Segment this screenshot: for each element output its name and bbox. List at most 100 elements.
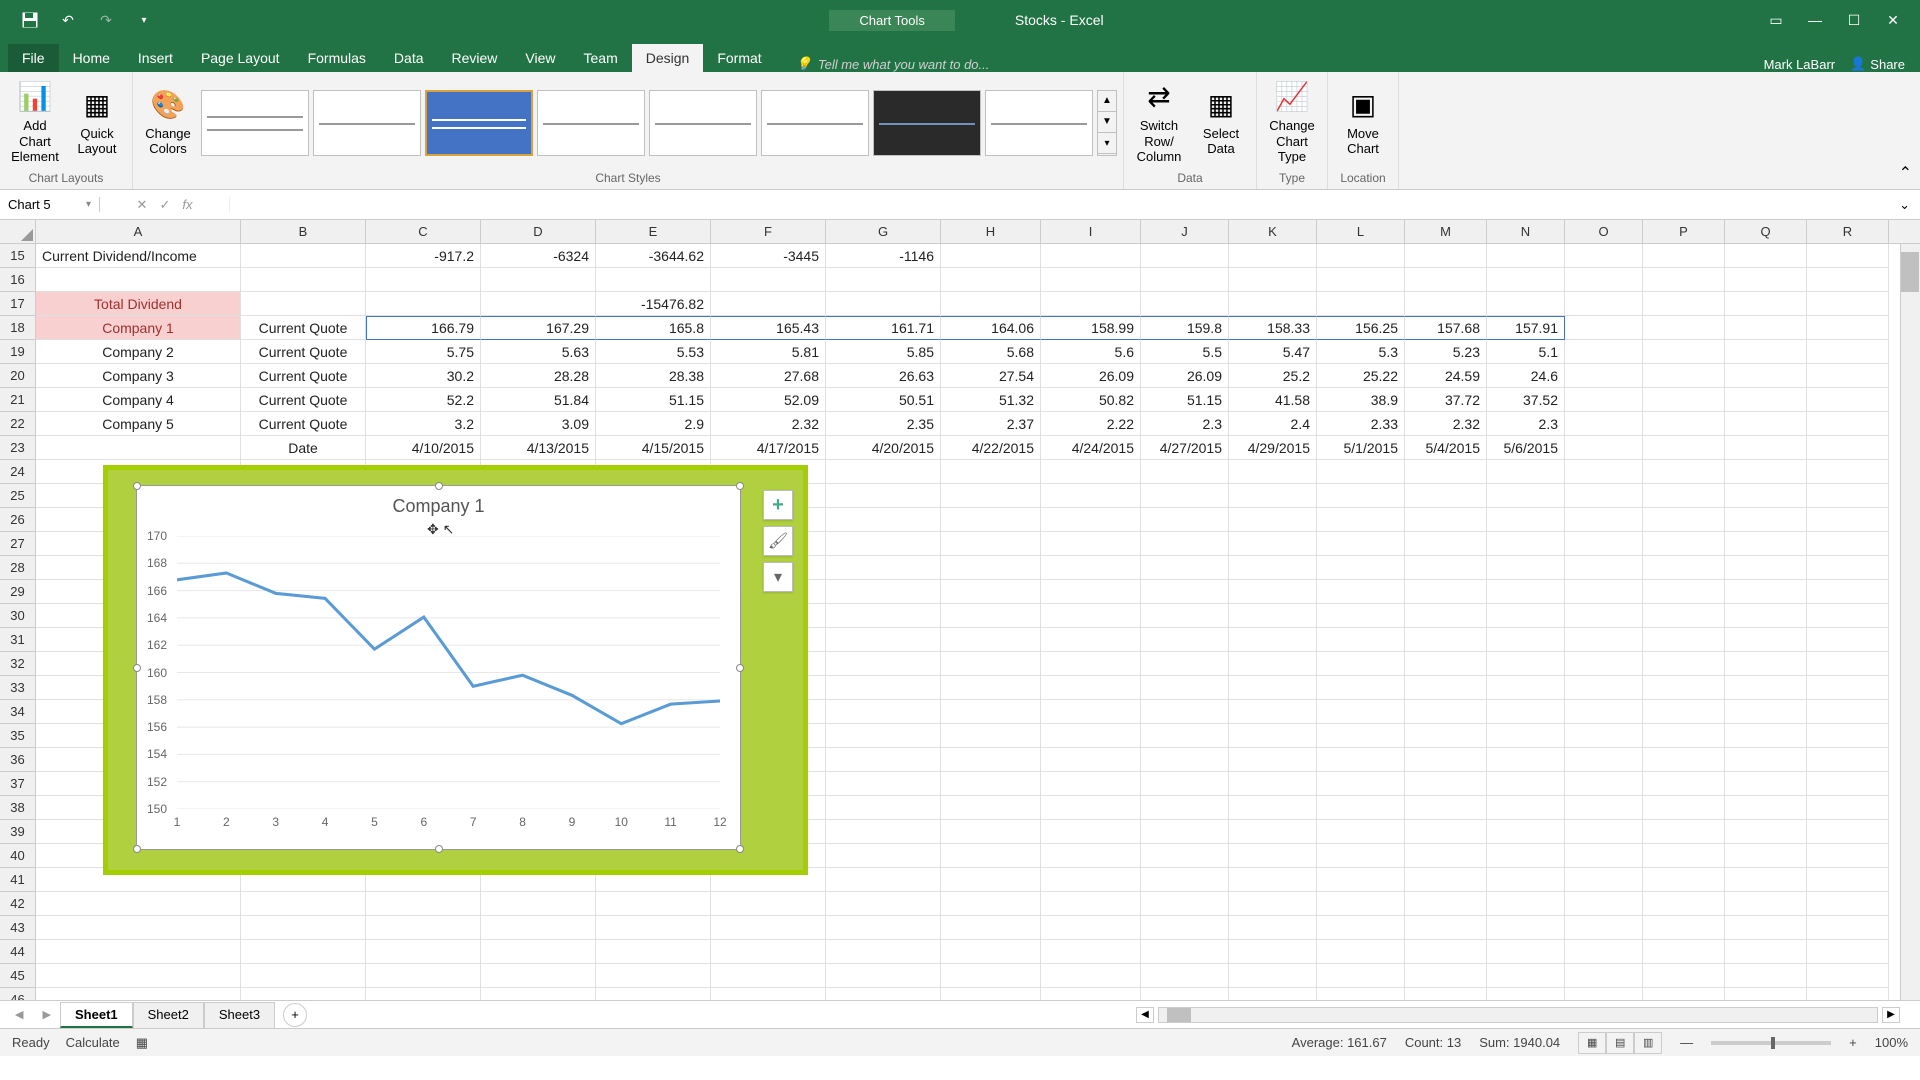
cell[interactable]: 5.3 [1317, 340, 1405, 364]
cell[interactable] [941, 604, 1041, 628]
cell[interactable]: 5.5 [1141, 340, 1229, 364]
cell[interactable] [1141, 604, 1229, 628]
cell[interactable] [941, 796, 1041, 820]
cell[interactable] [1807, 364, 1889, 388]
cell[interactable]: 51.15 [596, 388, 711, 412]
cell[interactable] [1565, 388, 1643, 412]
chart-style-6[interactable] [761, 90, 869, 156]
cell[interactable] [1565, 508, 1643, 532]
cell[interactable] [1565, 748, 1643, 772]
cancel-formula-icon[interactable]: ✕ [137, 197, 148, 213]
cell[interactable] [1229, 748, 1317, 772]
cell[interactable]: Current Quote [241, 412, 366, 436]
cell[interactable] [941, 748, 1041, 772]
cell[interactable] [1405, 244, 1487, 268]
cell[interactable] [1725, 316, 1807, 340]
cell[interactable] [1041, 532, 1141, 556]
cell[interactable] [1041, 460, 1141, 484]
cell[interactable] [1565, 820, 1643, 844]
cell[interactable]: 2.3 [1487, 412, 1565, 436]
cell[interactable]: 5.81 [711, 340, 826, 364]
cell[interactable]: 50.51 [826, 388, 941, 412]
chart-style-1[interactable] [201, 90, 309, 156]
cell[interactable] [1643, 604, 1725, 628]
cell[interactable] [826, 724, 941, 748]
cell[interactable] [1643, 556, 1725, 580]
gallery-more-icon[interactable]: ▾ [1098, 133, 1116, 154]
cell[interactable]: 161.71 [826, 316, 941, 340]
cell[interactable] [1807, 796, 1889, 820]
tab-insert[interactable]: Insert [124, 44, 187, 72]
cell[interactable]: 3.09 [481, 412, 596, 436]
collapse-ribbon-icon[interactable]: ⌃ [1899, 163, 1912, 183]
cell[interactable]: 4/20/2015 [826, 436, 941, 460]
cell[interactable] [1317, 628, 1405, 652]
cell[interactable]: Company 3 [36, 364, 241, 388]
cell[interactable] [1041, 292, 1141, 316]
macro-record-icon[interactable]: ▦ [136, 1035, 148, 1051]
cell[interactable]: -1146 [826, 244, 941, 268]
cell[interactable]: 4/10/2015 [366, 436, 481, 460]
cell[interactable] [596, 964, 711, 988]
cell[interactable] [1643, 412, 1725, 436]
cell[interactable] [826, 748, 941, 772]
cell[interactable] [1317, 484, 1405, 508]
cell[interactable]: 167.29 [481, 316, 596, 340]
tab-team[interactable]: Team [570, 44, 632, 72]
cell[interactable] [941, 988, 1041, 1000]
zoom-out-button[interactable]: — [1680, 1035, 1693, 1050]
tell-me-search[interactable]: 💡Tell me what you want to do... [776, 56, 1764, 72]
gallery-scroll[interactable]: ▲▼▾ [1097, 90, 1117, 156]
cell[interactable] [1725, 652, 1807, 676]
cell[interactable]: Company 4 [36, 388, 241, 412]
cell[interactable] [941, 484, 1041, 508]
resize-handle[interactable] [133, 482, 141, 490]
cell[interactable] [366, 268, 481, 292]
cell[interactable] [1643, 628, 1725, 652]
cell[interactable]: Current Quote [241, 388, 366, 412]
page-break-view-button[interactable]: ▥ [1634, 1032, 1662, 1054]
cell[interactable] [1565, 868, 1643, 892]
cell[interactable] [1725, 748, 1807, 772]
cell[interactable] [1405, 724, 1487, 748]
cell[interactable]: 26.09 [1041, 364, 1141, 388]
cell[interactable] [1317, 652, 1405, 676]
cell[interactable] [1725, 676, 1807, 700]
cell[interactable] [1141, 556, 1229, 580]
cell[interactable]: 30.2 [366, 364, 481, 388]
column-header[interactable]: F [711, 220, 826, 243]
cell[interactable]: 157.68 [1405, 316, 1487, 340]
normal-view-button[interactable]: ▦ [1578, 1032, 1606, 1054]
cell[interactable] [1405, 748, 1487, 772]
cell[interactable] [481, 916, 596, 940]
cell[interactable] [596, 916, 711, 940]
cell[interactable] [826, 676, 941, 700]
vertical-scrollbar[interactable] [1900, 244, 1920, 1000]
resize-handle[interactable] [435, 482, 443, 490]
cell[interactable] [826, 916, 941, 940]
cell[interactable] [1487, 556, 1565, 580]
cell[interactable] [366, 916, 481, 940]
move-chart-button[interactable]: ▣Move Chart [1334, 80, 1392, 165]
cell[interactable] [1041, 508, 1141, 532]
sheet-tab[interactable]: Sheet2 [133, 1002, 204, 1028]
cell[interactable] [1229, 796, 1317, 820]
cell[interactable] [1725, 484, 1807, 508]
quick-layout-button[interactable]: ▦Quick Layout [68, 80, 126, 165]
zoom-slider[interactable] [1711, 1041, 1831, 1045]
cell[interactable] [941, 268, 1041, 292]
cell[interactable] [1141, 700, 1229, 724]
cell[interactable] [1807, 484, 1889, 508]
cell[interactable] [1725, 388, 1807, 412]
cell[interactable] [1643, 460, 1725, 484]
column-header[interactable]: A [36, 220, 241, 243]
share-button[interactable]: 👤Share [1850, 56, 1905, 72]
column-header[interactable]: R [1807, 220, 1889, 243]
cell[interactable] [1643, 772, 1725, 796]
save-icon[interactable] [15, 5, 45, 35]
new-sheet-button[interactable]: + [283, 1003, 307, 1027]
cell[interactable] [826, 940, 941, 964]
cell[interactable]: 50.82 [1041, 388, 1141, 412]
enter-formula-icon[interactable]: ✓ [159, 197, 170, 213]
qat-customize-icon[interactable]: ▾ [129, 5, 159, 35]
